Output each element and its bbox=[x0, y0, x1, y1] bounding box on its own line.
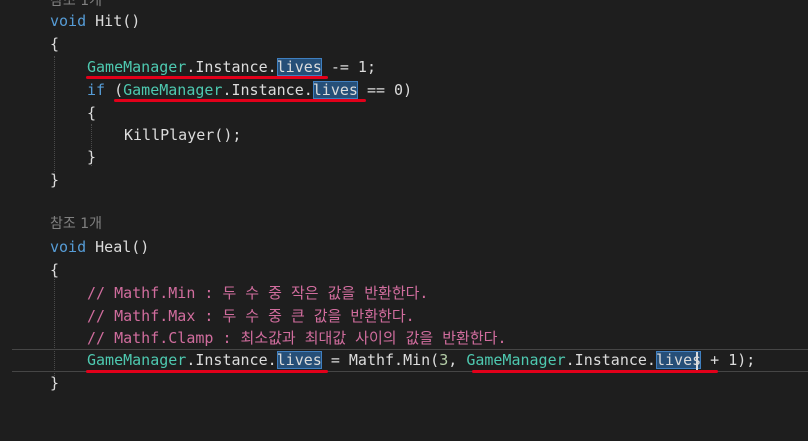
brace: } bbox=[50, 171, 60, 189]
method-name: Hit() bbox=[86, 12, 141, 30]
code-line: { bbox=[0, 102, 808, 125]
highlighted-field: lives bbox=[276, 58, 322, 76]
code-line: void Heal() bbox=[0, 236, 808, 259]
highlighted-field: lives bbox=[276, 351, 322, 369]
code-editor[interactable]: 참조 1개 void Hit() { GameManager.Instance.… bbox=[0, 0, 808, 406]
code-line: void Hit() bbox=[0, 10, 808, 33]
code-line: // Mathf.Min : 두 수 중 작은 값을 반환한다. bbox=[0, 282, 808, 305]
method-signature: void Hit() bbox=[50, 10, 140, 33]
reference-count[interactable]: 참조 1개 bbox=[50, 213, 102, 236]
code-line: { bbox=[0, 259, 808, 282]
code-line: 참조 1개 bbox=[0, 213, 808, 236]
class-name: GameManager bbox=[87, 58, 187, 76]
paren: ( bbox=[105, 81, 124, 99]
brace: { bbox=[50, 261, 60, 279]
field-part: liv bbox=[655, 351, 684, 369]
code-line: // Mathf.Clamp : 최소값과 최대값 사이의 값을 반환한다. bbox=[0, 327, 808, 350]
field-part: es bbox=[683, 351, 702, 369]
highlighted-field: lives bbox=[655, 351, 702, 369]
code-line: } bbox=[0, 146, 808, 169]
method-name: Heal() bbox=[86, 238, 150, 256]
comma: , bbox=[448, 351, 467, 369]
comment: // Mathf.Min : 두 수 중 작은 값을 반환한다. bbox=[87, 284, 429, 302]
code-line: KillPlayer(); bbox=[0, 124, 808, 147]
current-line: GameManager.Instance.lives = Mathf.Min(3… bbox=[12, 349, 808, 372]
brace: } bbox=[50, 374, 60, 392]
assignment: = Mathf.Min( bbox=[321, 351, 440, 369]
class-name: GameManager bbox=[466, 351, 566, 369]
highlighted-field: lives bbox=[312, 81, 358, 99]
member-access: .Instance. bbox=[565, 351, 656, 369]
code-line: } bbox=[0, 169, 808, 192]
expression-tail: + 1); bbox=[701, 351, 756, 369]
member-access: .Instance. bbox=[186, 351, 277, 369]
method-call: KillPlayer(); bbox=[124, 126, 242, 144]
brace: } bbox=[87, 148, 97, 166]
brace: { bbox=[50, 35, 60, 53]
comparison: == 0) bbox=[357, 81, 413, 99]
comment: // Mathf.Max : 두 수 중 큰 값을 반환한다. bbox=[87, 307, 415, 325]
operator: -= 1; bbox=[321, 58, 376, 76]
statement: GameManager.Instance.lives = Mathf.Min(3… bbox=[87, 349, 755, 372]
member-access: .Instance. bbox=[222, 81, 313, 99]
method-signature: void Heal() bbox=[50, 236, 149, 259]
code-line: // Mathf.Max : 두 수 중 큰 값을 반환한다. bbox=[0, 305, 808, 328]
comment: // Mathf.Clamp : 최소값과 최대값 사이의 값을 반환한다. bbox=[87, 329, 507, 347]
keyword: if bbox=[87, 81, 106, 99]
member-access: .Instance. bbox=[186, 58, 277, 76]
class-name: GameManager bbox=[123, 81, 223, 99]
text-cursor bbox=[696, 352, 698, 370]
class-name: GameManager bbox=[87, 351, 187, 369]
number-literal: 3 bbox=[439, 351, 449, 369]
brace: { bbox=[87, 104, 97, 122]
code-line: } bbox=[0, 372, 808, 395]
keyword: void bbox=[50, 12, 87, 30]
keyword: void bbox=[50, 238, 87, 256]
code-line: { bbox=[0, 33, 808, 56]
